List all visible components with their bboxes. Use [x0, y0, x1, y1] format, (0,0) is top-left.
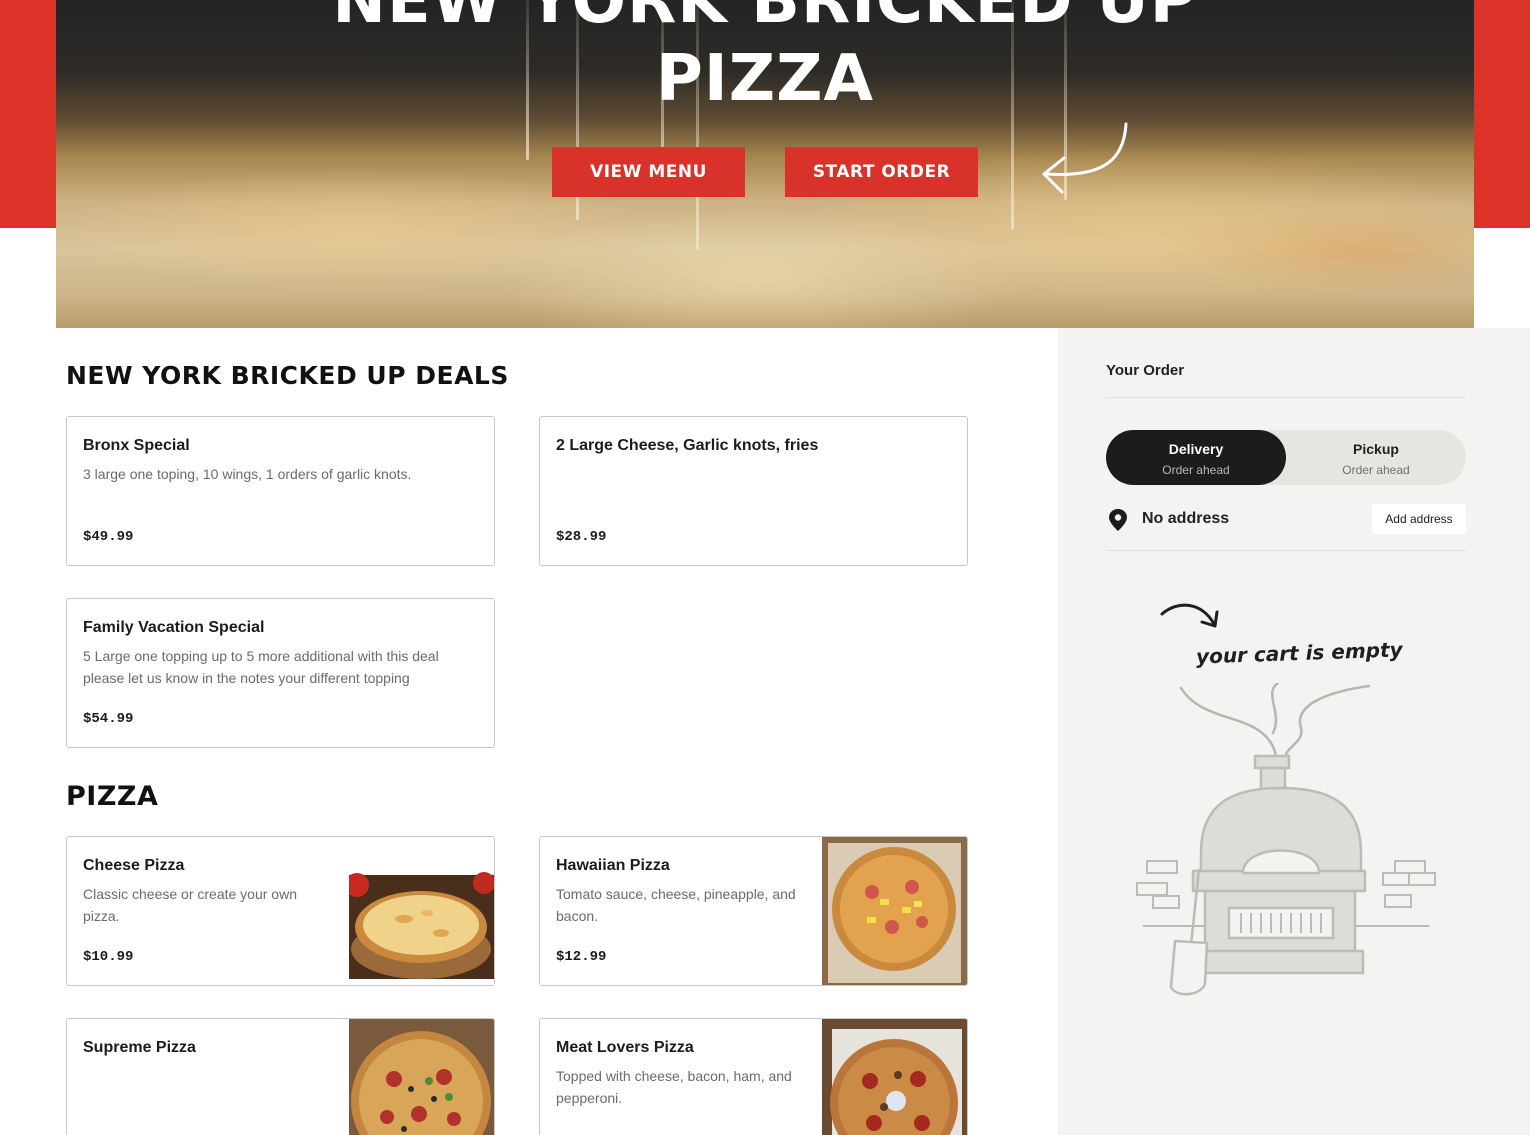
deals-section-title: NEW YORK BRICKED UP DEALS [66, 361, 509, 390]
location-pin-icon [1109, 509, 1127, 531]
deal-card-bronx-special[interactable]: Bronx Special 3 large one toping, 10 win… [66, 416, 495, 566]
item-description: 3 large one toping, 10 wings, 1 orders o… [83, 466, 412, 482]
item-price: $49.99 [83, 529, 134, 545]
item-description: Classic cheese or create your own pizza. [83, 886, 297, 924]
pizza-oven-illustration [1136, 683, 1436, 996]
item-name: Cheese Pizza [83, 857, 185, 874]
divider [1106, 550, 1466, 551]
item-price: $28.99 [556, 529, 607, 545]
hero-title-line1: NEW YORK BRICKED UP [332, 0, 1198, 38]
pizza-section-title: PIZZA [66, 781, 159, 812]
delivery-sub: Order ahead [1162, 463, 1230, 477]
delivery-label: Delivery [1168, 441, 1224, 457]
supreme-pizza-image [349, 1019, 494, 1135]
address-text: No address [1142, 510, 1230, 527]
pizza-card-hawaiian[interactable]: Hawaiian Pizza Tomato sauce, cheese, pin… [539, 836, 968, 986]
pizza-card-supreme[interactable]: Supreme Pizza [66, 1018, 495, 1135]
curved-arrow-icon [1042, 122, 1128, 194]
item-description: 5 Large one topping up to 5 more additio… [83, 648, 439, 686]
meat-lovers-pizza-image [822, 1019, 967, 1135]
start-order-button[interactable]: START ORDER [785, 147, 978, 197]
item-price: $12.99 [556, 949, 607, 965]
item-price: $10.99 [83, 949, 134, 965]
cheese-pizza-image [349, 837, 494, 985]
item-name: Bronx Special [83, 437, 190, 454]
order-panel-title: Your Order [1106, 362, 1185, 379]
hawaiian-pizza-image [822, 837, 967, 985]
item-description: Tomato sauce, cheese, pineapple, and bac… [556, 886, 796, 924]
pickup-option[interactable]: Pickup Order ahead [1286, 430, 1466, 485]
add-address-button[interactable]: Add address [1372, 504, 1466, 534]
deal-card-2-large-cheese[interactable]: 2 Large Cheese, Garlic knots, fries $28.… [539, 416, 968, 566]
delivery-option[interactable]: Delivery Order ahead [1106, 430, 1286, 485]
item-name: Meat Lovers Pizza [556, 1039, 694, 1056]
deal-card-family-vacation-special[interactable]: Family Vacation Special 5 Large one topp… [66, 598, 495, 748]
divider [1106, 397, 1466, 398]
item-name: 2 Large Cheese, Garlic knots, fries [556, 437, 819, 454]
empty-cart-text: your cart is empty [1195, 637, 1403, 669]
pickup-sub: Order ahead [1342, 463, 1410, 477]
fulfillment-toggle: Delivery Order ahead Pickup Order ahead [1106, 430, 1466, 485]
item-price: $54.99 [83, 711, 134, 727]
item-name: Hawaiian Pizza [556, 857, 670, 874]
pickup-label: Pickup [1353, 441, 1399, 457]
hero-title-line2: PIZZA [655, 42, 875, 116]
pizza-card-cheese[interactable]: Cheese Pizza Classic cheese or create yo… [66, 836, 495, 986]
curved-arrow-icon [1160, 603, 1219, 628]
view-menu-button[interactable]: VIEW MENU [552, 147, 745, 197]
item-name: Family Vacation Special [83, 619, 265, 636]
order-sidebar: Your Order Delivery Order ahead Pickup O… [1058, 328, 1530, 1135]
pizza-card-meat-lovers[interactable]: Meat Lovers Pizza Topped with cheese, ba… [539, 1018, 968, 1135]
item-description: Topped with cheese, bacon, ham, and pepp… [556, 1068, 792, 1106]
item-name: Supreme Pizza [83, 1039, 196, 1056]
